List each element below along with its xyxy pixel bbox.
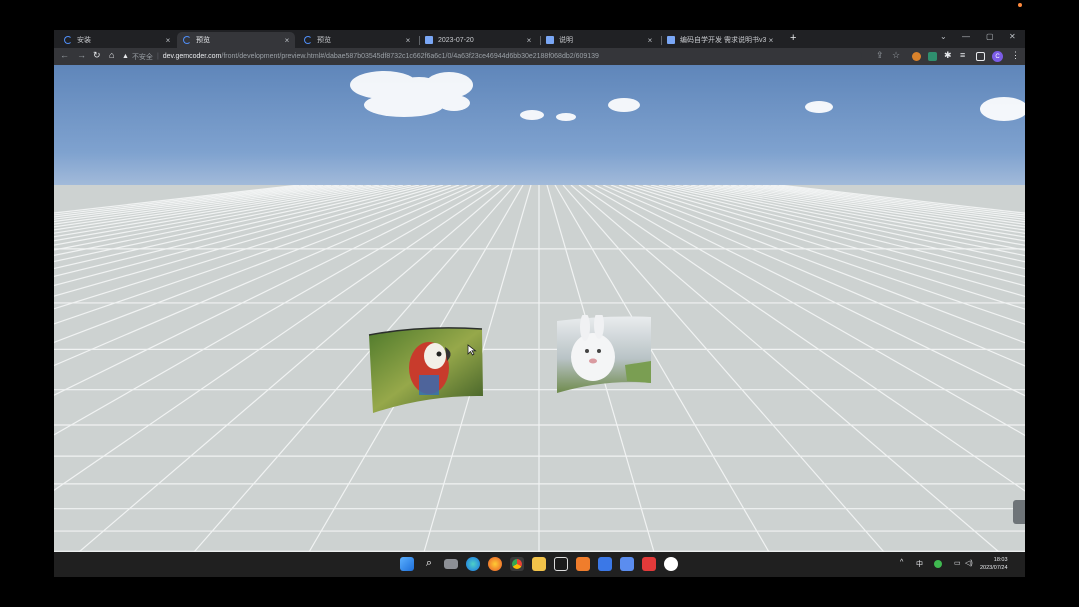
tray-chevron-icon[interactable]: ^ <box>900 559 903 566</box>
tab-strip: 安装 × 预览 × 预览 × 2023-07-20 × 说明 × 编码自学开发 <box>54 30 1025 48</box>
bookmark-star-icon[interactable]: ☆ <box>892 50 900 61</box>
puzzle-icon[interactable]: ✱ <box>944 50 952 61</box>
wechat-tray-icon[interactable] <box>934 560 942 568</box>
close-window-button[interactable]: ✕ <box>1009 32 1016 41</box>
close-icon[interactable]: × <box>645 36 655 45</box>
tab-notes[interactable]: 说明 × <box>540 32 658 48</box>
tab-date[interactable]: 2023-07-20 × <box>419 32 537 48</box>
tab-label: 说明 <box>559 37 573 44</box>
security-label: 不安全 <box>131 53 153 61</box>
clock-time: 18:03 <box>993 557 1008 563</box>
maximize-button[interactable]: ▢ <box>986 32 994 41</box>
extension-icon[interactable] <box>928 52 937 61</box>
network-icon[interactable]: ▭ <box>954 559 961 567</box>
tab-label: 预览 <box>317 37 331 44</box>
tab-label: 预览 <box>196 37 210 44</box>
tab-spec[interactable]: 编码自学开发 需求说明书v3.3 ( × <box>661 32 779 48</box>
search-icon[interactable]: ⌕ <box>422 557 436 571</box>
address-bar[interactable]: ▲ 不安全 | dev.gemcoder.com /front/developm… <box>122 50 862 63</box>
home-icon[interactable]: ⌂ <box>109 50 114 60</box>
close-icon[interactable]: × <box>524 36 534 45</box>
sky-clouds <box>350 71 1025 121</box>
tab-install[interactable]: 安装 × <box>58 32 176 48</box>
task-view-icon[interactable] <box>444 559 458 569</box>
mouse-cursor-icon <box>467 344 477 356</box>
photos-icon[interactable] <box>554 557 568 571</box>
app-blue-icon[interactable] <box>598 557 612 571</box>
windows-taskbar: ⌕ ^ 中 ▭ ◁) 18:03 2023/07/24 <box>54 552 1025 577</box>
ground-grid <box>54 185 1025 552</box>
extension-icon[interactable] <box>912 52 921 61</box>
gemcoder-icon <box>304 36 312 44</box>
close-icon[interactable]: × <box>163 36 173 45</box>
back-icon[interactable]: ← <box>60 50 69 60</box>
recording-indicator-icon <box>1018 3 1022 7</box>
close-icon[interactable]: × <box>403 36 413 45</box>
tab-preview[interactable]: 预览 × <box>298 32 416 48</box>
tab-label: 编码自学开发 需求说明书v3.3 ( <box>680 37 766 44</box>
ime-indicator[interactable]: 中 <box>916 559 923 569</box>
parrot-photo[interactable] <box>367 323 487 413</box>
reload-icon[interactable]: ↻ <box>93 50 101 61</box>
close-icon[interactable]: × <box>282 36 292 45</box>
menu-icon[interactable]: ⋮ <box>1011 50 1020 61</box>
edge-icon[interactable] <box>466 557 480 571</box>
app-blue2-icon[interactable] <box>620 557 634 571</box>
side-panel-icon[interactable] <box>976 52 985 61</box>
browser-toolbar: ← → ↻ ⌂ ▲ 不安全 | dev.gemcoder.com /front/… <box>54 48 1025 65</box>
clock-date: 2023/07/24 <box>980 565 1008 571</box>
bunny-photo[interactable] <box>555 315 655 395</box>
gemcoder-icon <box>64 36 72 44</box>
tab-search-icon[interactable]: ⌄ <box>940 32 947 41</box>
minimize-button[interactable]: — <box>962 32 970 41</box>
doc-icon <box>425 36 433 44</box>
tab-label: 安装 <box>77 37 91 44</box>
avatar[interactable]: C <box>992 51 1003 62</box>
reading-list-icon[interactable]: ≡ <box>960 50 965 60</box>
doc-icon <box>546 36 554 44</box>
url-path: /front/development/preview.html#/dabae58… <box>221 53 599 60</box>
close-icon[interactable]: × <box>766 36 776 45</box>
tab-preview-active[interactable]: 预览 × <box>177 32 295 48</box>
forward-icon[interactable]: → <box>77 50 86 60</box>
doc-icon <box>667 36 675 44</box>
app-orange-icon[interactable] <box>576 557 590 571</box>
volume-icon[interactable]: ◁) <box>965 559 973 567</box>
url-divider: | <box>156 53 159 60</box>
chat-icon[interactable] <box>664 557 678 571</box>
youdao-icon[interactable] <box>642 557 656 571</box>
share-icon[interactable]: ⇪ <box>876 50 884 61</box>
new-tab-button[interactable]: + <box>790 32 796 44</box>
warning-icon: ▲ <box>122 53 129 60</box>
gemcoder-icon <box>183 36 191 44</box>
firefox-icon[interactable] <box>488 557 502 571</box>
browser-window: 安装 × 预览 × 预览 × 2023-07-20 × 说明 × 编码自学开发 <box>54 30 1025 577</box>
chrome-icon[interactable] <box>510 557 524 571</box>
tab-label: 2023-07-20 <box>438 36 474 44</box>
system-clock[interactable]: 18:03 2023/07/24 <box>980 556 1008 572</box>
file-explorer-icon[interactable] <box>532 557 546 571</box>
side-panel-handle[interactable] <box>1013 500 1025 524</box>
url-host: dev.gemcoder.com <box>162 53 222 60</box>
scene-viewport[interactable] <box>54 65 1025 552</box>
windows-start-icon[interactable] <box>400 557 414 571</box>
